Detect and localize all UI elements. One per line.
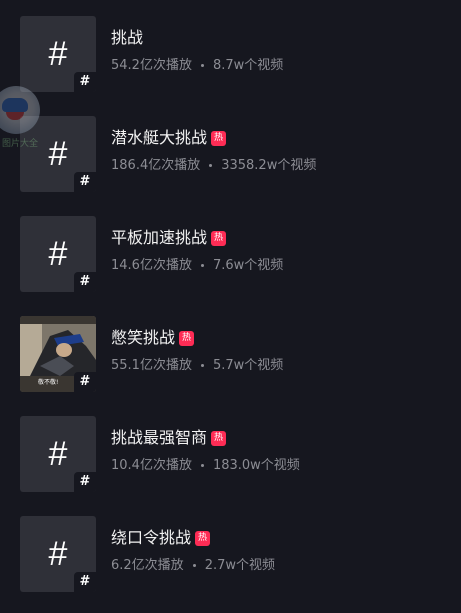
hot-badge: 热 (195, 530, 211, 546)
separator-dot (209, 164, 213, 167)
separator-dot (200, 464, 204, 467)
topic-title-row: 绕口令挑战热 (111, 527, 211, 549)
topic-title: 平板加速挑战 (111, 228, 208, 247)
topic-view-count: 186.4亿次播放 (111, 158, 201, 173)
separator-dot (200, 364, 204, 367)
topic-thumbnail: # # (20, 516, 96, 592)
topic-stats: 186.4亿次播放 3358.2w个视频 (111, 156, 316, 176)
separator-dot (200, 64, 204, 67)
topic-item-hold-laugh-challenge[interactable]: 敬不敬! # 憋笑挑战热 55.1亿次播放 5.7w个视频 (0, 300, 461, 400)
hot-badge: 热 (179, 330, 195, 346)
topic-video-count: 7.6w个视频 (212, 258, 284, 273)
hashtag-corner-icon: # (74, 272, 96, 292)
topic-thumbnail: # # (20, 216, 96, 292)
topic-view-count: 54.2亿次播放 (111, 58, 192, 73)
topic-item-tablet-speed-challenge[interactable]: # # 平板加速挑战热 14.6亿次播放 7.6w个视频 (0, 200, 461, 300)
topic-thumbnail-photo: 敬不敬! # (20, 316, 96, 392)
topic-title: 挑战最强智商 (111, 428, 208, 447)
topic-stats: 14.6亿次播放 7.6w个视频 (111, 256, 283, 276)
topic-video-count: 183.0w个视频 (212, 458, 300, 473)
topic-stats: 54.2亿次播放 8.7w个视频 (111, 56, 283, 76)
separator-dot (192, 564, 196, 567)
topic-stats: 10.4亿次播放 183.0w个视频 (111, 456, 300, 476)
hashtag-corner-icon: # (74, 572, 96, 592)
topic-video-count: 5.7w个视频 (212, 358, 284, 373)
hot-badge: 热 (211, 130, 227, 146)
topic-thumbnail: # # (20, 116, 96, 192)
topic-video-count: 2.7w个视频 (204, 558, 275, 573)
topic-title-row: 平板加速挑战热 (111, 227, 227, 249)
hashtag-corner-icon: # (74, 372, 96, 392)
topic-list: # # 挑战 54.2亿次播放 8.7w个视频 # # 潜水艇大挑战热 186.4… (0, 0, 461, 613)
topic-title: 绕口令挑战 (111, 528, 192, 547)
topic-view-count: 55.1亿次播放 (111, 358, 192, 373)
topic-title: 挑战 (111, 28, 144, 47)
hashtag-corner-icon: # (74, 72, 96, 92)
hot-badge: 热 (211, 430, 227, 446)
hot-badge: 热 (211, 230, 227, 246)
topic-item-iq-challenge[interactable]: # # 挑战最强智商热 10.4亿次播放 183.0w个视频 (0, 400, 461, 500)
topic-title: 潜水艇大挑战 (111, 128, 208, 147)
topic-view-count: 10.4亿次播放 (111, 458, 192, 473)
topic-thumbnail: # # (20, 16, 96, 92)
topic-view-count: 6.2亿次播放 (111, 558, 184, 573)
topic-stats: 6.2亿次播放 2.7w个视频 (111, 556, 275, 576)
topic-item-tongue-twister-challenge[interactable]: # # 绕口令挑战热 6.2亿次播放 2.7w个视频 (0, 500, 461, 600)
topic-thumbnail: # # (20, 416, 96, 492)
topic-video-count: 8.7w个视频 (212, 58, 284, 73)
topic-title-row: 挑战 (111, 27, 143, 49)
topic-item-submarine-challenge[interactable]: # # 潜水艇大挑战热 186.4亿次播放 3358.2w个视频 (0, 100, 461, 200)
topic-view-count: 14.6亿次播放 (111, 258, 192, 273)
topic-title-row: 潜水艇大挑战热 (111, 127, 227, 149)
topic-video-count: 3358.2w个视频 (221, 158, 317, 173)
thumbnail-caption: 敬不敬! (38, 379, 59, 386)
separator-dot (200, 264, 204, 267)
topic-title: 憋笑挑战 (111, 328, 176, 347)
topic-item-challenge[interactable]: # # 挑战 54.2亿次播放 8.7w个视频 (0, 0, 461, 100)
topic-title-row: 憋笑挑战热 (111, 327, 195, 349)
hashtag-corner-icon: # (74, 172, 96, 192)
topic-title-row: 挑战最强智商热 (111, 427, 227, 449)
hashtag-corner-icon: # (74, 472, 96, 492)
topic-stats: 55.1亿次播放 5.7w个视频 (111, 356, 283, 376)
